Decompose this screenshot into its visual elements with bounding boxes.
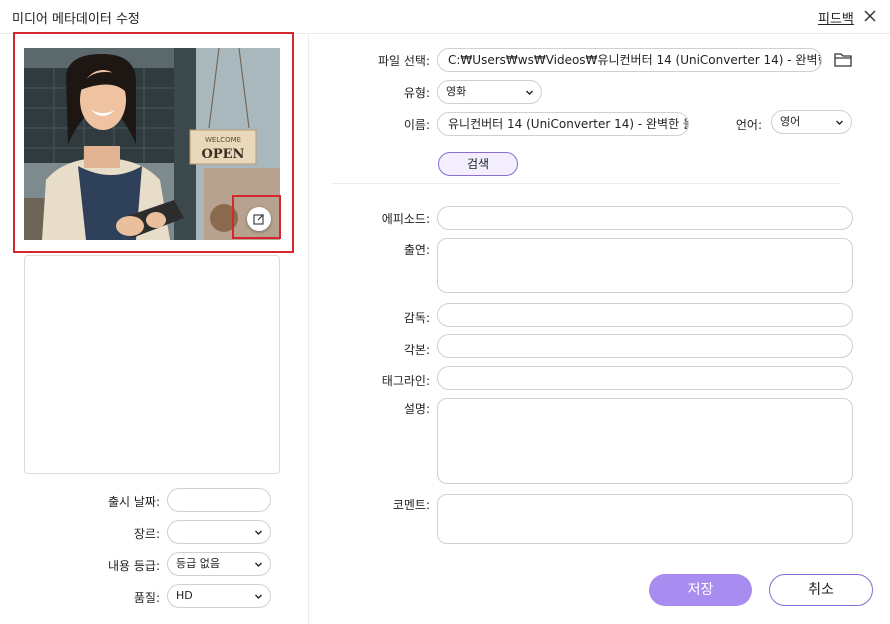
director-input[interactable] [437,303,853,327]
file-path-input[interactable]: C:₩Users₩ws₩Videos₩유니컨버터 14 (UniConverte… [437,48,822,72]
sign-small-text: WELCOME [205,136,241,144]
chevron-down-icon [836,120,843,125]
name-label: 이름: [403,118,430,132]
sign-big-text: OPEN [202,147,245,162]
tagline-label: 태그라인: [381,374,430,388]
title-bar: 미디어 메타데이터 수정 피드백 [0,0,890,34]
release-date-label: 출시 날짜: [107,495,160,509]
comment-label: 코멘트: [392,498,430,512]
file-select-label: 파일 선택: [377,54,430,68]
language-label: 언어: [735,118,762,132]
content-rating-value: 등급 없음 [176,557,220,570]
language-select[interactable]: 영어 [771,110,852,134]
quality-select[interactable]: HD [167,584,271,608]
type-select[interactable]: 영화 [437,80,542,104]
search-button[interactable]: 검색 [438,152,518,176]
cast-textarea[interactable] [437,238,853,293]
quality-label: 품질: [133,591,160,605]
language-value: 영어 [780,115,801,128]
window-title: 미디어 메타데이터 수정 [12,12,140,27]
edit-cover-button[interactable] [247,207,271,231]
genre-label: 장르: [133,527,160,541]
genre-select[interactable] [167,520,271,544]
left-info-box [24,255,280,474]
save-button[interactable]: 저장 [649,574,752,606]
description-textarea[interactable] [437,398,853,484]
episode-input[interactable] [437,206,853,230]
content-rating-label: 내용 등급: [107,559,160,573]
quality-value: HD [176,589,193,602]
chevron-down-icon [255,562,262,567]
tagline-input[interactable] [437,366,853,390]
divider [332,183,840,184]
episode-label: 에피소드: [381,212,430,226]
release-date-input[interactable] [167,488,271,512]
cast-label: 출연: [403,243,430,257]
type-label: 유형: [403,86,430,100]
folder-icon[interactable] [833,51,853,69]
screenplay-input[interactable] [437,334,853,358]
comment-textarea[interactable] [437,494,853,544]
edit-icon [253,214,264,225]
chevron-down-icon [255,594,262,599]
close-icon[interactable] [860,6,880,26]
content-rating-select[interactable]: 등급 없음 [167,552,271,576]
chevron-down-icon [526,90,533,95]
feedback-link[interactable]: 피드백 [818,8,854,27]
chevron-down-icon [255,530,262,535]
director-label: 감독: [403,311,430,325]
name-input[interactable]: 유니컨버터 14 (UniConverter 14) - 완벽한 올 [437,112,689,136]
screenplay-label: 각본: [403,343,430,357]
description-label: 설명: [403,402,430,416]
type-value: 영화 [446,85,467,98]
cancel-button[interactable]: 취소 [769,574,873,606]
